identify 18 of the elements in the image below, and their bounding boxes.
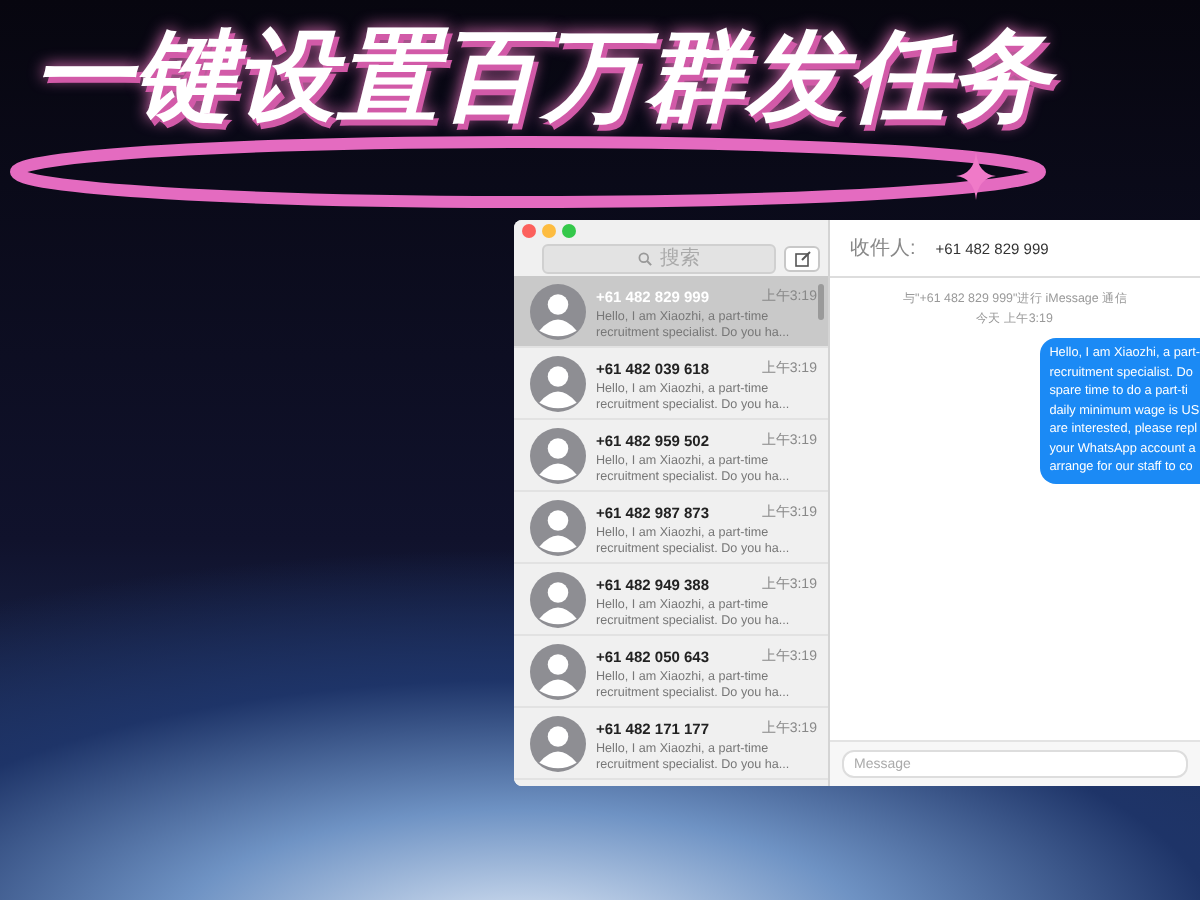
search-field[interactable]: 搜索 <box>542 243 776 273</box>
sparkle-icon <box>956 152 996 200</box>
compose-button[interactable] <box>784 245 820 271</box>
avatar-icon <box>530 571 586 627</box>
avatar-icon <box>530 427 586 483</box>
avatar-icon <box>530 283 586 339</box>
avatar-icon <box>530 355 586 411</box>
scrollbar[interactable] <box>818 284 824 320</box>
search-icon <box>638 251 652 265</box>
headline: 一键设置百万群发任务 <box>32 20 1052 132</box>
compose-icon <box>793 249 811 267</box>
recipient-label: 收件人: <box>850 236 916 262</box>
avatar-icon <box>530 499 586 555</box>
minimize-button[interactable] <box>542 224 556 238</box>
avatar-icon <box>530 643 586 699</box>
close-button[interactable] <box>522 224 536 238</box>
zoom-button[interactable] <box>562 224 576 238</box>
avatar-icon <box>530 715 586 771</box>
